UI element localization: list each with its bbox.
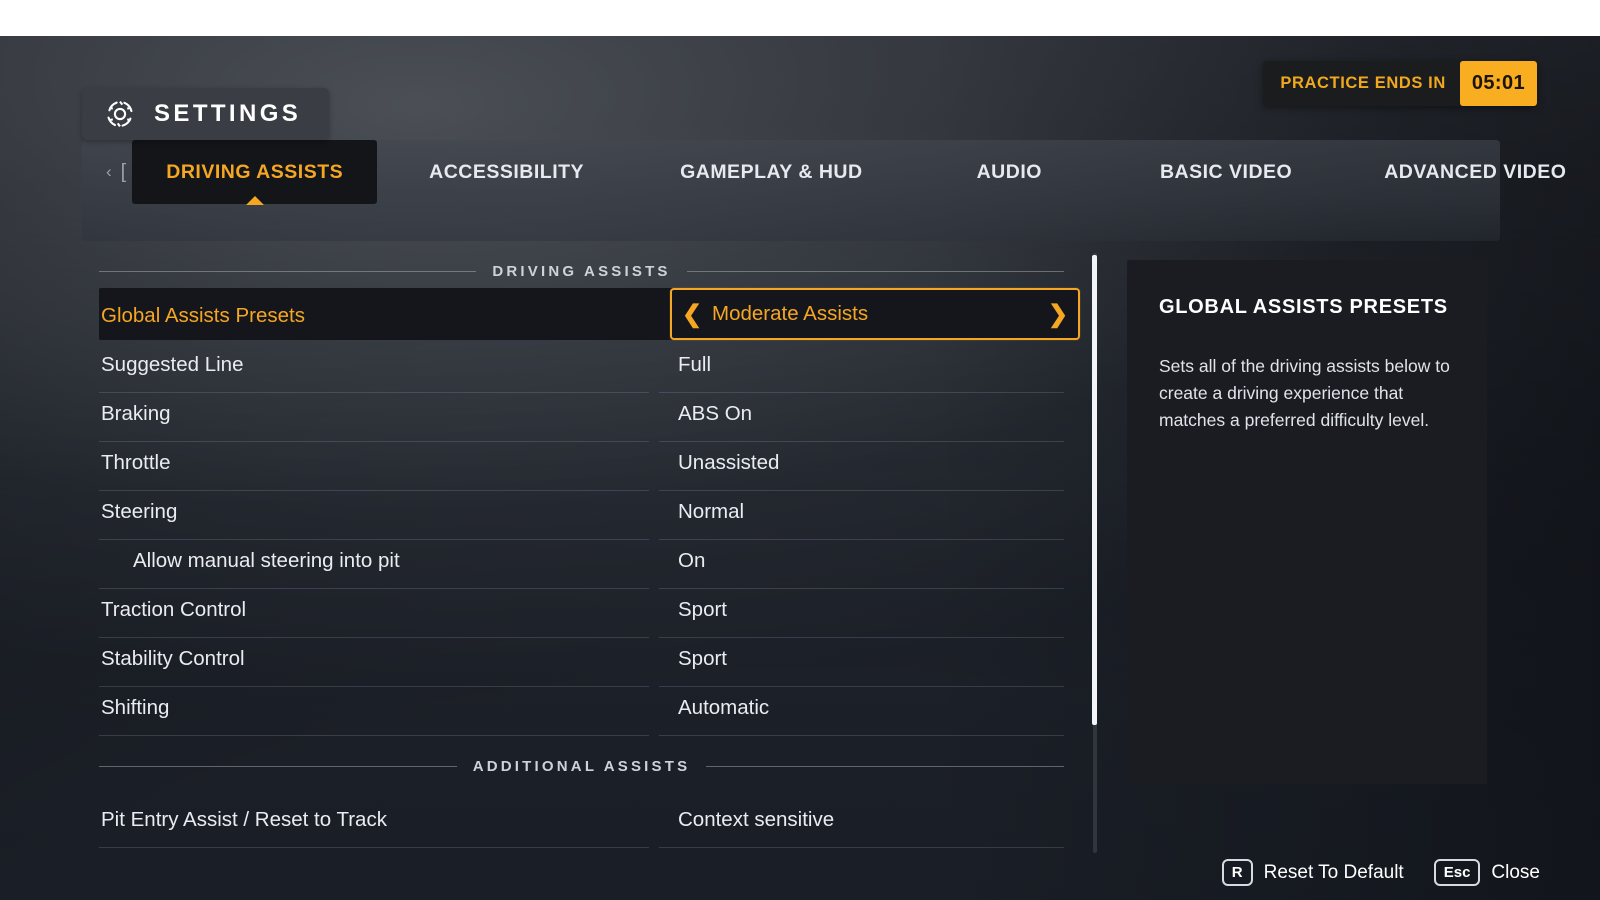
tab-basic-video[interactable]: BASIC VIDEO — [1112, 140, 1340, 204]
setting-label: Pit Entry Assist / Reset to Track — [99, 808, 659, 848]
setting-label: Throttle — [99, 451, 659, 491]
setting-value: Automatic — [659, 696, 1064, 736]
tab-gameplay-hud[interactable]: GAMEPLAY & HUD — [636, 140, 907, 204]
setting-label: Stability Control — [99, 647, 659, 687]
setting-row-throttle[interactable]: Throttle Unassisted — [99, 438, 1064, 491]
setting-label: Shifting — [99, 696, 659, 736]
tab-label: AUDIO — [976, 160, 1042, 183]
tab-list: DRIVING ASSISTS ACCESSIBILITY GAMEPLAY &… — [132, 140, 1600, 205]
hint-close[interactable]: Esc Close — [1433, 859, 1540, 886]
tab-label: ACCESSIBILITY — [429, 160, 585, 183]
section-title: DRIVING ASSISTS — [492, 262, 671, 280]
practice-timer-value: 05:01 — [1459, 61, 1537, 106]
setting-value: Normal — [659, 500, 1064, 540]
divider-left — [99, 270, 477, 272]
setting-row-braking[interactable]: Braking ABS On — [99, 389, 1064, 442]
tab-label: BASIC VIDEO — [1159, 160, 1293, 183]
setting-row-steering[interactable]: Steering Normal — [99, 487, 1064, 540]
setting-label: Braking — [99, 402, 659, 442]
tab-label: GAMEPLAY & HUD — [680, 160, 863, 183]
setting-value: Context sensitive — [659, 808, 1064, 848]
section-title: ADDITIONAL ASSISTS — [472, 757, 691, 775]
footer-hints: R Reset To Default Esc Close — [1221, 859, 1540, 886]
setting-row-shifting[interactable]: Shifting Automatic — [99, 683, 1064, 736]
hint-label: Reset To Default — [1263, 861, 1404, 883]
key-r-icon: R — [1221, 859, 1253, 886]
hint-reset-to-default[interactable]: R Reset To Default — [1221, 859, 1404, 886]
info-panel: GLOBAL ASSISTS PRESETS Sets all of the d… — [1127, 260, 1487, 784]
practice-timer-label: PRACTICE ENDS IN — [1263, 61, 1460, 106]
settings-tabbar: ‹ [ DRIVING ASSISTS ACCESSIBILITY GAMEPL… — [82, 140, 1566, 241]
setting-value-stepper[interactable]: ❮ Moderate Assists ❯ — [670, 288, 1080, 340]
setting-value: Full — [659, 353, 1064, 393]
settings-content: DRIVING ASSISTS Global Assists Presets ❮… — [0, 241, 1600, 900]
setting-label: Traction Control — [99, 598, 659, 638]
divider-left — [99, 765, 457, 767]
setting-label: Global Assists Presets — [101, 303, 305, 327]
chevron-left-icon: ‹ — [106, 162, 112, 181]
divider-right — [686, 270, 1064, 272]
key-esc-icon: Esc — [1433, 859, 1481, 886]
setting-value: On — [659, 549, 1064, 589]
scrollbar-thumb[interactable] — [1092, 255, 1097, 725]
settings-list: DRIVING ASSISTS Global Assists Presets ❮… — [99, 241, 1080, 848]
game-settings-screen: PRACTICE ENDS IN 05:01 SETTINGS ‹ [DRIV… — [0, 36, 1600, 900]
setting-value: Moderate Assists — [712, 302, 869, 325]
page-title: SETTINGS — [154, 100, 302, 127]
section-header-driving-assists: DRIVING ASSISTS — [99, 251, 1064, 291]
tab-driving-assists[interactable]: DRIVING ASSISTS — [132, 140, 378, 205]
setting-label: Allow manual steering into pit — [99, 549, 659, 589]
info-panel-body: Sets all of the driving assists below to… — [1159, 356, 1450, 430]
setting-label: Steering — [99, 500, 659, 540]
screen-root: PRACTICE ENDS IN 05:01 SETTINGS ‹ [DRIV… — [0, 0, 1600, 900]
bumper-left-icon: [ — [120, 160, 127, 183]
chevron-left-icon[interactable]: ❮ — [672, 300, 712, 329]
setting-label: Suggested Line — [99, 353, 659, 393]
settings-title-chip: SETTINGS — [82, 88, 330, 140]
setting-row-global-assists-presets[interactable]: Global Assists Presets ❮ Moderate Assist… — [99, 288, 1080, 340]
tab-label: ADVANCED VIDEO — [1384, 160, 1567, 183]
active-tab-marker-icon — [245, 196, 264, 205]
setting-value: Sport — [659, 598, 1064, 638]
divider-right — [706, 765, 1064, 767]
setting-row-allow-manual-steering-into-pit[interactable]: Allow manual steering into pit On — [99, 536, 1064, 589]
gear-icon — [104, 98, 136, 130]
setting-value: Sport — [659, 647, 1064, 687]
setting-row-traction-control[interactable]: Traction Control Sport — [99, 585, 1064, 638]
chevron-right-icon[interactable]: ❯ — [1038, 300, 1078, 329]
practice-timer-badge: PRACTICE ENDS IN 05:01 — [1263, 61, 1537, 106]
setting-row-stability-control[interactable]: Stability Control Sport — [99, 634, 1064, 687]
tab-advanced-video[interactable]: ADVANCED VIDEO — [1340, 140, 1600, 204]
tabs-prev-button[interactable]: ‹ [ — [100, 140, 132, 204]
section-header-additional-assists: ADDITIONAL ASSISTS — [99, 746, 1064, 786]
setting-value: Unassisted — [659, 451, 1064, 491]
tab-label: DRIVING ASSISTS — [166, 160, 344, 183]
setting-row-suggested-line[interactable]: Suggested Line Full — [99, 340, 1064, 393]
setting-row-pit-entry-assist[interactable]: Pit Entry Assist / Reset to Track Contex… — [99, 795, 1064, 848]
info-panel-heading: GLOBAL ASSISTS PRESETS — [1159, 296, 1448, 318]
setting-value: ABS On — [659, 402, 1064, 442]
tab-audio[interactable]: AUDIO — [907, 140, 1112, 204]
tab-accessibility[interactable]: ACCESSIBILITY — [377, 140, 636, 204]
hint-label: Close — [1491, 861, 1540, 883]
